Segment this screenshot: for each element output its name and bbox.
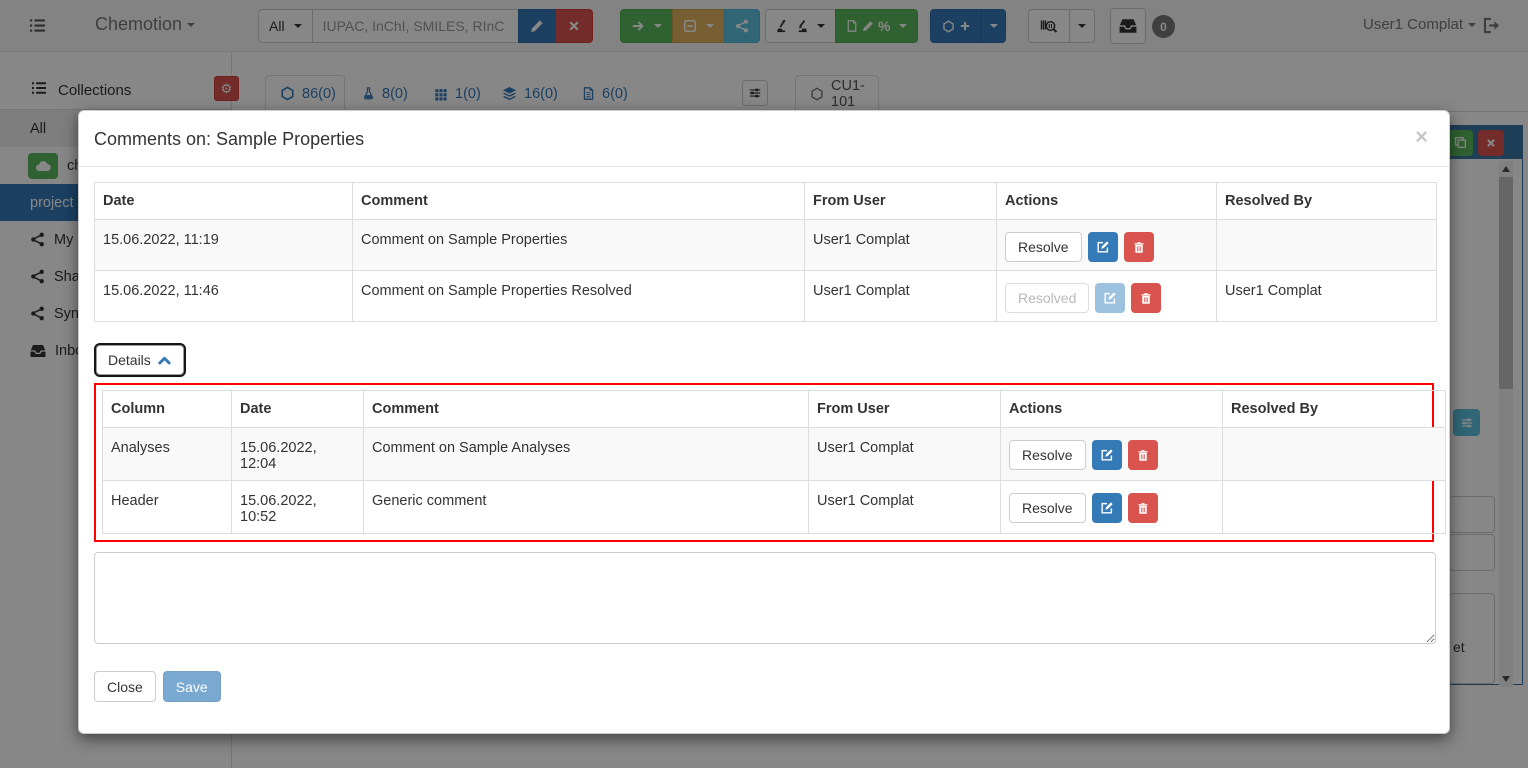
- col-header-actions: Actions: [1001, 391, 1223, 428]
- actions-cell: Resolved: [1005, 283, 1208, 313]
- chevron-up-icon: [157, 354, 172, 366]
- resolve-button[interactable]: Resolve: [1005, 232, 1082, 262]
- delete-comment-button[interactable]: [1128, 493, 1158, 523]
- cell-resolved-by: [1217, 220, 1437, 271]
- cell-resolved-by: [1223, 428, 1446, 481]
- cell-from-user: User1 Complat: [805, 220, 997, 271]
- edit-icon: [1103, 291, 1117, 305]
- modal-footer: Close Save: [94, 671, 1434, 718]
- modal-body: Date Comment From User Actions Resolved …: [79, 167, 1449, 733]
- details-table: Column Date Comment From User Actions Re…: [102, 390, 1446, 534]
- col-header-comment: Comment: [364, 391, 809, 428]
- comments-modal: Comments on: Sample Properties × Date Co…: [78, 110, 1450, 734]
- actions-cell: Resolve: [1009, 493, 1214, 523]
- cell-comment: Generic comment: [364, 481, 809, 534]
- actions-cell: Resolve: [1009, 440, 1214, 470]
- cell-comment: Comment on Sample Properties: [353, 220, 805, 271]
- col-header-actions: Actions: [997, 183, 1217, 220]
- modal-title: Comments on: Sample Properties: [94, 129, 1434, 150]
- trash-icon: [1133, 241, 1145, 254]
- details-toggle-button[interactable]: Details: [96, 345, 184, 375]
- cell-column: Header: [103, 481, 232, 534]
- edit-comment-button[interactable]: [1092, 493, 1122, 523]
- col-header-resolved-by: Resolved By: [1223, 391, 1446, 428]
- details-label: Details: [108, 352, 151, 368]
- table-row: Header 15.06.2022, 10:52 Generic comment…: [103, 481, 1446, 534]
- cell-comment: Comment on Sample Properties Resolved: [353, 271, 805, 322]
- cell-comment: Comment on Sample Analyses: [364, 428, 809, 481]
- modal-header: Comments on: Sample Properties ×: [79, 111, 1449, 167]
- edit-comment-button[interactable]: [1088, 232, 1118, 262]
- edit-icon: [1100, 448, 1114, 462]
- save-button: Save: [163, 671, 221, 702]
- trash-icon: [1140, 292, 1152, 305]
- cell-date: 15.06.2022, 11:19: [95, 220, 353, 271]
- cell-date: 15.06.2022, 12:04: [232, 428, 364, 481]
- col-header-column: Column: [103, 391, 232, 428]
- col-header-comment: Comment: [353, 183, 805, 220]
- col-header-date: Date: [232, 391, 364, 428]
- comments-table: Date Comment From User Actions Resolved …: [94, 182, 1437, 322]
- table-header-row: Column Date Comment From User Actions Re…: [103, 391, 1446, 428]
- actions-cell: Resolve: [1005, 232, 1208, 262]
- edit-icon: [1100, 501, 1114, 515]
- cell-from-user: User1 Complat: [805, 271, 997, 322]
- delete-comment-button[interactable]: [1124, 232, 1154, 262]
- modal-close-button[interactable]: ×: [1409, 125, 1434, 149]
- col-header-from-user: From User: [809, 391, 1001, 428]
- resolved-button-disabled: Resolved: [1005, 283, 1089, 313]
- resolve-button[interactable]: Resolve: [1009, 440, 1086, 470]
- table-row: 15.06.2022, 11:46 Comment on Sample Prop…: [95, 271, 1437, 322]
- cell-date: 15.06.2022, 10:52: [232, 481, 364, 534]
- close-button[interactable]: Close: [94, 671, 156, 702]
- col-header-date: Date: [95, 183, 353, 220]
- edit-comment-button[interactable]: [1092, 440, 1122, 470]
- edit-comment-button-disabled: [1095, 283, 1125, 313]
- new-comment-textarea[interactable]: [94, 552, 1436, 644]
- resolve-button[interactable]: Resolve: [1009, 493, 1086, 523]
- edit-icon: [1096, 240, 1110, 254]
- details-section: Column Date Comment From User Actions Re…: [94, 383, 1434, 542]
- cell-column: Analyses: [103, 428, 232, 481]
- delete-comment-button[interactable]: [1131, 283, 1161, 313]
- table-header-row: Date Comment From User Actions Resolved …: [95, 183, 1437, 220]
- table-row: Analyses 15.06.2022, 12:04 Comment on Sa…: [103, 428, 1446, 481]
- col-header-resolved-by: Resolved By: [1217, 183, 1437, 220]
- cell-resolved-by: User1 Complat: [1217, 271, 1437, 322]
- table-row: 15.06.2022, 11:19 Comment on Sample Prop…: [95, 220, 1437, 271]
- delete-comment-button[interactable]: [1128, 440, 1158, 470]
- cell-resolved-by: [1223, 481, 1446, 534]
- trash-icon: [1137, 449, 1149, 462]
- cell-from-user: User1 Complat: [809, 481, 1001, 534]
- cell-from-user: User1 Complat: [809, 428, 1001, 481]
- col-header-from-user: From User: [805, 183, 997, 220]
- trash-icon: [1137, 502, 1149, 515]
- cell-date: 15.06.2022, 11:46: [95, 271, 353, 322]
